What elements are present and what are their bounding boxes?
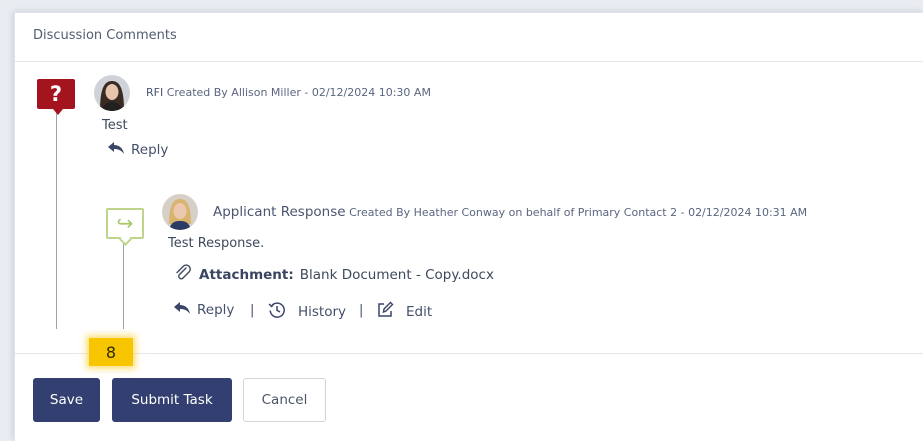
response-meta: Applicant Response Created By Heather Co… xyxy=(213,204,807,220)
attachment-label: Attachment: xyxy=(199,267,294,283)
edit-icon xyxy=(376,301,394,323)
edit-label: Edit xyxy=(406,304,433,320)
rfi-meta: RFI Created By Allison Miller - 02/12/20… xyxy=(146,86,431,99)
reply-label: Reply xyxy=(131,142,169,158)
comment-meta-text: Created By Allison Miller - 02/12/2024 1… xyxy=(166,86,431,99)
reply-label: Reply xyxy=(197,302,235,318)
footer-divider xyxy=(15,353,923,354)
reply-icon xyxy=(173,301,191,319)
response-arrow-icon: ↪ xyxy=(106,208,144,239)
comment-body: Test Response. xyxy=(168,236,265,251)
avatar xyxy=(94,75,130,111)
save-button[interactable]: Save xyxy=(33,378,100,422)
reply-button[interactable]: Reply xyxy=(107,141,168,159)
rfi-thread-line xyxy=(56,109,57,329)
paperclip-icon xyxy=(173,263,193,287)
avatar xyxy=(162,194,198,230)
history-icon xyxy=(268,301,286,323)
cancel-button[interactable]: Cancel xyxy=(243,378,326,422)
comment-meta-text: Created By Heather Conway on behalf of P… xyxy=(349,206,808,219)
step-badge: 8 xyxy=(89,338,133,366)
attachment: Attachment: Blank Document - Copy.docx xyxy=(173,263,494,287)
history-button[interactable]: History xyxy=(268,301,346,323)
rfi-question-icon: ? xyxy=(37,79,75,115)
header-divider xyxy=(15,61,923,62)
submit-task-button[interactable]: Submit Task xyxy=(112,378,232,422)
comment-body: Test xyxy=(102,118,128,133)
response-thread-line xyxy=(123,239,124,329)
history-label: History xyxy=(298,304,347,320)
attachment-filename[interactable]: Blank Document - Copy.docx xyxy=(300,267,494,283)
discussion-panel: Discussion Comments ? RFI Created By All… xyxy=(14,12,923,441)
reply-icon xyxy=(107,141,125,159)
section-title: Discussion Comments xyxy=(33,28,177,43)
reply-button[interactable]: Reply xyxy=(173,301,234,319)
comment-type-label: Applicant Response xyxy=(213,204,346,220)
comment-type-label: RFI xyxy=(146,86,164,99)
edit-button[interactable]: Edit xyxy=(376,301,432,323)
action-separator: | xyxy=(250,303,255,318)
action-separator: | xyxy=(359,303,364,318)
